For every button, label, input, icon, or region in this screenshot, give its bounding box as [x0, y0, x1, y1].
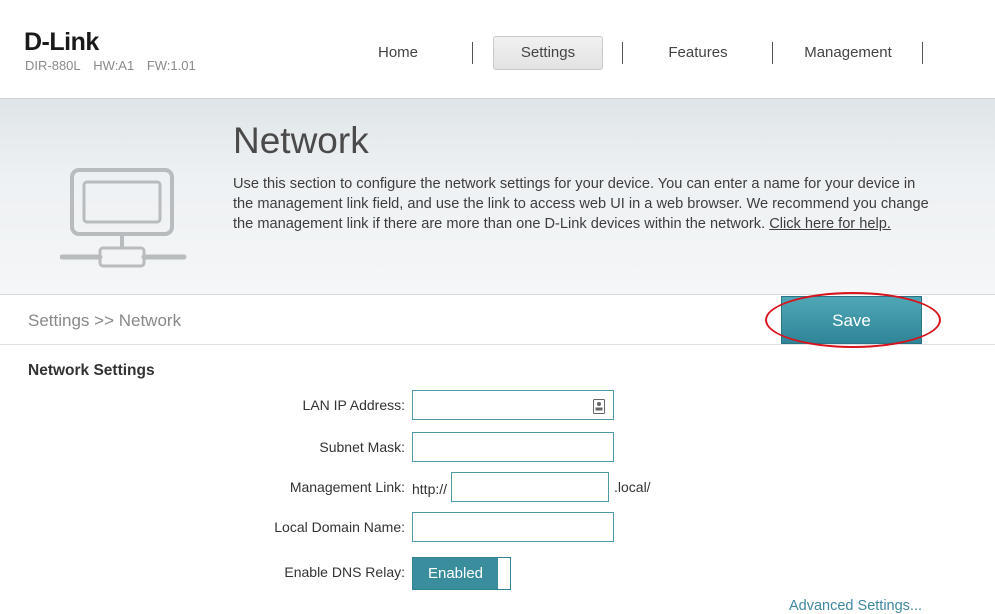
subnet-mask-label: Subnet Mask:: [319, 439, 405, 455]
tab-features[interactable]: Features: [640, 36, 756, 70]
advanced-settings-link[interactable]: Advanced Settings...: [789, 598, 922, 614]
model-name: DIR-880L: [25, 58, 81, 73]
breadcrumb: Settings >> Network: [28, 311, 182, 330]
section-title: Network Settings: [28, 362, 155, 379]
network-computer-icon: [60, 168, 187, 268]
page-title: Network: [233, 120, 369, 161]
dns-relay-toggle[interactable]: Enabled: [412, 557, 511, 590]
page-description: Use this section to configure the networ…: [233, 174, 933, 234]
local-domain-input[interactable]: [413, 513, 613, 541]
help-link[interactable]: Click here for help.: [769, 216, 891, 232]
management-link-field[interactable]: [451, 472, 609, 502]
nav-divider: [772, 42, 773, 64]
tab-home[interactable]: Home: [340, 36, 456, 70]
management-link-prefix: http://: [412, 481, 448, 497]
firmware-version: FW:1.01: [146, 58, 196, 73]
nav-divider: [922, 42, 923, 64]
save-button[interactable]: Save: [781, 296, 922, 344]
subnet-mask-field[interactable]: [412, 432, 614, 462]
management-link-suffix: .local/: [614, 479, 651, 495]
lan-ip-label: LAN IP Address:: [302, 397, 405, 413]
dns-relay-state: Enabled: [413, 558, 498, 589]
dlink-logo: D-Link: [24, 28, 99, 56]
nav-divider: [472, 42, 473, 64]
tab-management[interactable]: Management: [790, 36, 906, 70]
lan-ip-input[interactable]: [413, 391, 613, 419]
contact-card-icon[interactable]: [593, 399, 605, 414]
subnet-mask-input[interactable]: [413, 433, 613, 461]
local-domain-field[interactable]: [412, 512, 614, 542]
lan-ip-field[interactable]: [412, 390, 614, 420]
top-header: D-Link DIR-880L HW:A1 FW:1.01 Home Setti…: [0, 0, 995, 99]
local-domain-label: Local Domain Name:: [274, 519, 405, 535]
hardware-version: HW:A1: [93, 58, 135, 73]
nav-divider: [622, 42, 623, 64]
tab-settings[interactable]: Settings: [493, 36, 603, 70]
management-link-label: Management Link:: [289, 479, 405, 495]
management-link-input[interactable]: [452, 473, 608, 501]
device-info: DIR-880L HW:A1 FW:1.01: [25, 58, 205, 73]
dns-relay-label: Enable DNS Relay:: [284, 564, 405, 580]
